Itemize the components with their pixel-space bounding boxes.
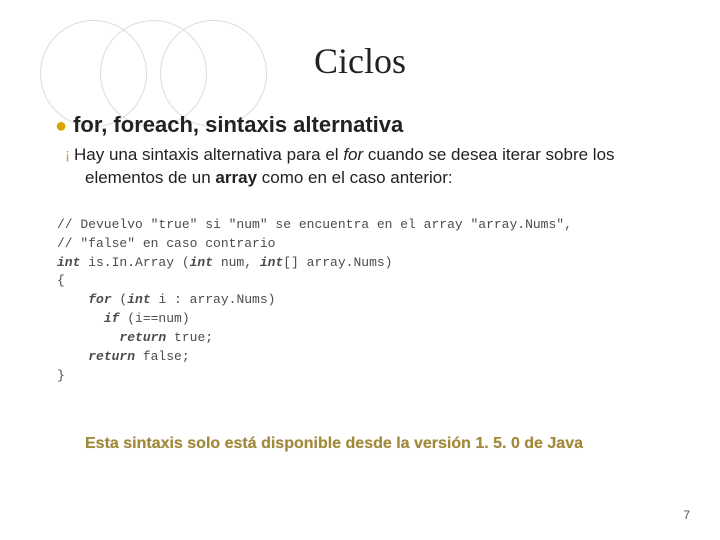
code-keyword: int bbox=[127, 292, 150, 307]
code-line: } bbox=[57, 368, 65, 383]
code-text: (i==num) bbox=[119, 311, 189, 326]
bullet-icon: ● bbox=[55, 116, 67, 136]
code-indent bbox=[57, 330, 119, 345]
code-text: true; bbox=[166, 330, 213, 345]
page-title: Ciclos bbox=[0, 0, 720, 82]
code-indent bbox=[57, 292, 88, 307]
bold-keyword: array bbox=[215, 168, 257, 187]
code-text: i : array.Nums) bbox=[151, 292, 276, 307]
code-text: ( bbox=[112, 292, 128, 307]
code-keyword: int bbox=[190, 255, 213, 270]
heading-text: for, foreach, sintaxis alternativa bbox=[73, 112, 403, 137]
code-text: num, bbox=[213, 255, 260, 270]
ring-bullet-icon: ¡ bbox=[65, 145, 70, 165]
section-heading: ● for, foreach, sintaxis alternativa bbox=[55, 112, 665, 138]
code-keyword: return bbox=[88, 349, 135, 364]
code-text: false; bbox=[135, 349, 190, 364]
code-keyword: if bbox=[104, 311, 120, 326]
para-pre: Hay una sintaxis alternativa para el bbox=[74, 145, 343, 164]
code-keyword: for bbox=[88, 292, 111, 307]
page-number: 7 bbox=[683, 508, 690, 522]
code-line: { bbox=[57, 273, 65, 288]
para-post: como en el caso anterior: bbox=[257, 168, 453, 187]
code-text: [] array.Nums) bbox=[283, 255, 392, 270]
code-block: // Devuelvo "true" si "num" se encuentra… bbox=[57, 216, 665, 386]
code-line: // "false" en caso contrario bbox=[57, 236, 275, 251]
code-indent bbox=[57, 349, 88, 364]
code-line: // Devuelvo "true" si "num" se encuentra… bbox=[57, 217, 572, 232]
italic-keyword: for bbox=[343, 145, 363, 164]
slide: Ciclos ● for, foreach, sintaxis alternati… bbox=[0, 0, 720, 540]
code-keyword: int bbox=[57, 255, 80, 270]
code-text: is.In.Array ( bbox=[80, 255, 189, 270]
paragraph: ¡Hay una sintaxis alternativa para el fo… bbox=[85, 144, 665, 190]
footer-note: Esta sintaxis solo está disponible desde… bbox=[85, 435, 665, 453]
code-indent bbox=[57, 311, 104, 326]
content-area: ● for, foreach, sintaxis alternativa ¡Hay… bbox=[0, 82, 720, 453]
code-keyword: int bbox=[260, 255, 283, 270]
code-keyword: return bbox=[119, 330, 166, 345]
